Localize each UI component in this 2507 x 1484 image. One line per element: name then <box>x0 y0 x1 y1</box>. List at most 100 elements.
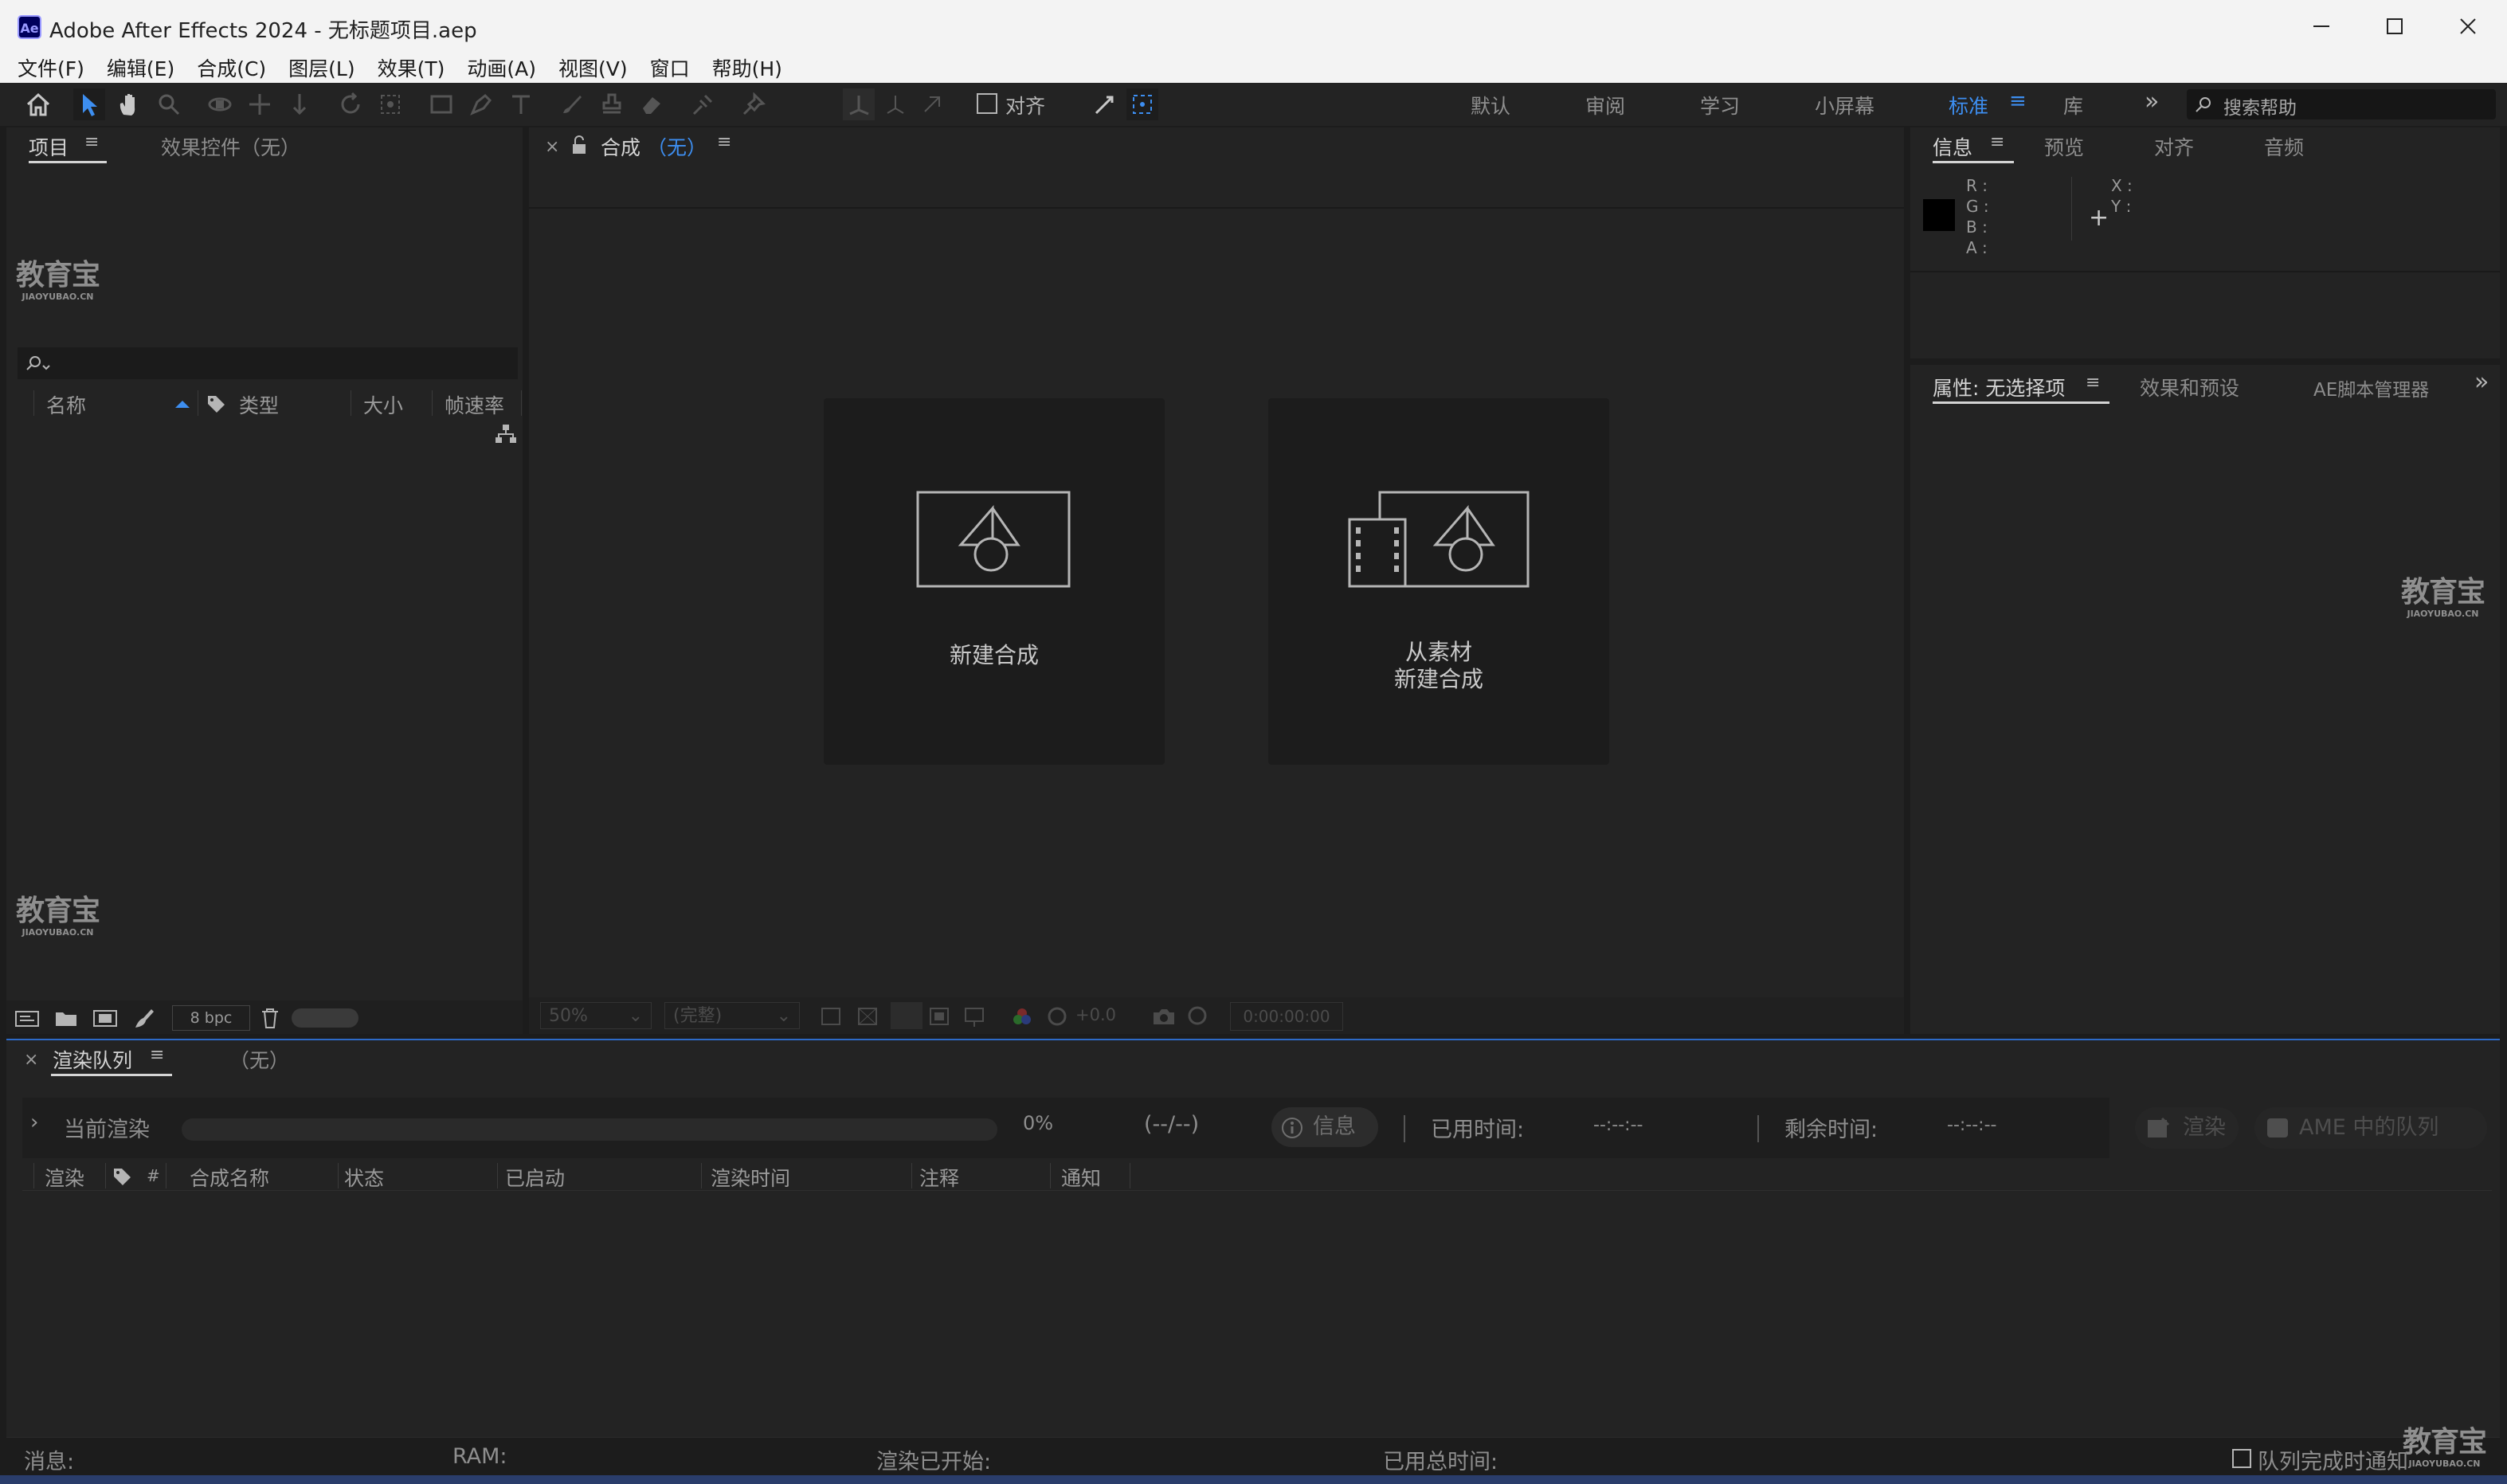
clone-stamp-tool[interactable] <box>596 88 628 120</box>
type-tool[interactable] <box>505 88 537 120</box>
eraser-tool[interactable] <box>636 88 668 120</box>
dolly-camera-tool[interactable] <box>284 88 315 120</box>
workspace-standard[interactable]: 标准 <box>1949 91 1988 119</box>
workspace-menu-icon[interactable]: ≡ <box>2009 89 2027 113</box>
thumbnail-slider[interactable] <box>292 1008 358 1028</box>
guides-icon[interactable] <box>929 1007 950 1026</box>
region-of-interest-icon[interactable] <box>821 1007 841 1026</box>
folder-icon[interactable] <box>54 1008 78 1028</box>
col-number[interactable]: # <box>147 1166 160 1185</box>
col-started[interactable]: 已启动 <box>505 1163 565 1192</box>
more-workspaces-icon[interactable]: » <box>2145 88 2159 116</box>
exposure-value[interactable]: +0.0 <box>1075 1005 1116 1024</box>
tab-effect-controls[interactable]: 效果控件（无） <box>161 132 300 161</box>
pan-camera-tool[interactable] <box>244 88 276 120</box>
rectangle-tool[interactable] <box>425 88 457 120</box>
lock-icon[interactable] <box>570 135 588 155</box>
col-size[interactable]: 大小 <box>363 390 403 419</box>
home-button[interactable] <box>22 88 54 120</box>
render-button[interactable]: 渲染 <box>2135 1107 2239 1149</box>
snapping-toggle[interactable] <box>1126 88 1158 120</box>
panel-menu-icon[interactable]: ≡ <box>150 1045 164 1065</box>
reset-exposure-icon[interactable] <box>1047 1007 1067 1026</box>
brush-tool[interactable] <box>556 88 588 120</box>
close-window-button[interactable] <box>2431 0 2505 53</box>
panel-menu-icon[interactable]: ≡ <box>84 132 99 152</box>
puppet-tool[interactable] <box>738 88 770 120</box>
col-render[interactable]: 渲染 <box>45 1163 84 1192</box>
col-comp-name[interactable]: 合成名称 <box>190 1163 269 1192</box>
tab-composition[interactable]: 合成 （无） <box>601 132 707 161</box>
show-snapshot-icon[interactable] <box>1185 1005 1209 1026</box>
minimize-button[interactable] <box>2285 0 2358 53</box>
col-comment[interactable]: 注释 <box>919 1163 959 1192</box>
project-search-input[interactable] <box>18 347 518 379</box>
label-tag-icon[interactable] <box>206 394 226 414</box>
zoom-dropdown[interactable]: 50% ⌄ <box>540 1002 652 1029</box>
align-checkbox[interactable] <box>977 93 997 114</box>
selection-tool[interactable] <box>73 88 105 120</box>
workspace-small-screen[interactable]: 小屏幕 <box>1815 91 1874 119</box>
panel-menu-icon[interactable]: ≡ <box>1990 132 2004 152</box>
mask-visibility-button[interactable] <box>891 1002 922 1029</box>
roto-brush-tool[interactable] <box>687 88 719 120</box>
new-composition-card[interactable]: 新建合成 <box>824 398 1165 765</box>
tab-preview[interactable]: 预览 <box>2044 132 2084 161</box>
color-depth-button[interactable]: 8 bpc <box>172 1005 250 1031</box>
menu-animation[interactable]: 动画(A) <box>456 53 547 82</box>
col-frame-rate[interactable]: 帧速率 <box>445 390 504 419</box>
new-composition-icon[interactable] <box>92 1008 118 1028</box>
col-status[interactable]: 状态 <box>344 1163 384 1192</box>
tab-ae-script-manager[interactable]: AE脚本管理器 <box>2313 374 2429 401</box>
workspace-learn[interactable]: 学习 <box>1700 91 1740 119</box>
render-info-button[interactable]: 信息 <box>1271 1107 1378 1147</box>
brush-clean-icon[interactable] <box>132 1007 156 1029</box>
trash-icon[interactable] <box>260 1007 280 1029</box>
col-render-time[interactable]: 渲染时间 <box>711 1163 790 1192</box>
orbit-camera-tool[interactable] <box>204 88 236 120</box>
maximize-button[interactable] <box>2358 0 2431 53</box>
menu-help[interactable]: 帮助(H) <box>701 53 793 82</box>
workspace-default[interactable]: 默认 <box>1471 91 1510 119</box>
help-search-box[interactable]: 搜索帮助 <box>2187 89 2496 119</box>
expand-chevron-icon[interactable]: › <box>30 1110 38 1134</box>
menu-layer[interactable]: 图层(L) <box>277 53 366 82</box>
close-tab-icon[interactable]: × <box>545 137 559 157</box>
tab-align[interactable]: 对齐 <box>2154 132 2194 161</box>
tab-project[interactable]: 项目 <box>29 132 69 161</box>
queue-in-ame-button[interactable]: AME 中的队列 <box>2254 1107 2487 1149</box>
menu-file[interactable]: 文件(F) <box>6 53 96 82</box>
tab-render-queue[interactable]: 渲染队列 <box>53 1045 132 1074</box>
menu-effect[interactable]: 效果(T) <box>366 53 456 82</box>
view-axis-mode[interactable] <box>916 88 948 120</box>
label-tag-icon[interactable] <box>112 1166 132 1187</box>
new-comp-from-footage-card[interactable]: 从素材 新建合成 <box>1268 398 1609 765</box>
menu-edit[interactable]: 编辑(E) <box>96 53 186 82</box>
panel-menu-icon[interactable]: ≡ <box>717 132 731 152</box>
interpret-footage-icon[interactable] <box>14 1008 40 1028</box>
tab-render-none[interactable]: （无） <box>229 1045 289 1074</box>
anchor-point-tool[interactable] <box>374 88 406 120</box>
local-axis-mode[interactable] <box>843 88 875 120</box>
tab-audio[interactable]: 音频 <box>2264 132 2304 161</box>
notify-on-complete-checkbox[interactable] <box>2232 1449 2251 1468</box>
sort-ascending-icon[interactable] <box>174 398 191 409</box>
zoom-tool[interactable] <box>153 88 185 120</box>
pen-tool[interactable] <box>465 88 497 120</box>
tab-properties[interactable]: 属性: 无选择项 <box>1933 373 2065 401</box>
workspace-libraries[interactable]: 库 <box>2063 91 2083 119</box>
menu-composition[interactable]: 合成(C) <box>186 53 277 82</box>
rotation-tool[interactable] <box>335 88 366 120</box>
transparency-grid-icon[interactable] <box>857 1007 878 1026</box>
flowchart-icon[interactable] <box>494 424 518 444</box>
close-tab-icon[interactable]: × <box>24 1050 38 1070</box>
workspace-review[interactable]: 审阅 <box>1585 91 1625 119</box>
menu-view[interactable]: 视图(V) <box>547 53 639 82</box>
channel-rgb-icon[interactable] <box>1012 1007 1032 1026</box>
world-axis-mode[interactable] <box>879 88 911 120</box>
grid-icon[interactable] <box>964 1007 986 1028</box>
camera-snapshot-icon[interactable] <box>1152 1007 1176 1026</box>
panel-menu-icon[interactable]: ≡ <box>2086 373 2100 393</box>
hand-tool[interactable] <box>113 88 145 120</box>
resolution-dropdown[interactable]: (完整) ⌄ <box>664 1002 800 1029</box>
